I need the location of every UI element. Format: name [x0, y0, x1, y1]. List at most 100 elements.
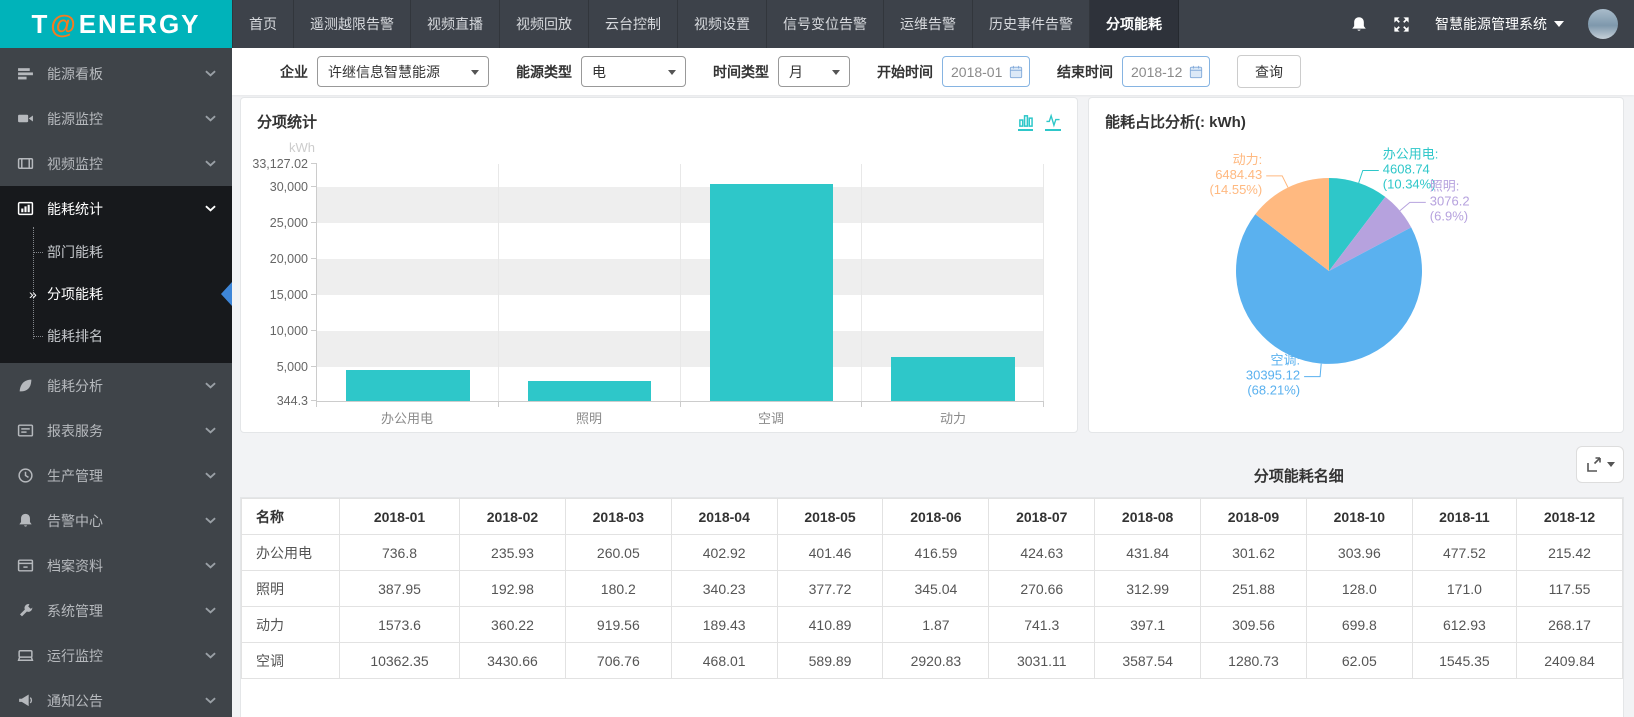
sidebar-item[interactable]: 运行监控: [0, 633, 232, 678]
sidebar-subitem[interactable]: 部门能耗: [0, 231, 232, 273]
value-cell: 410.89: [777, 607, 883, 643]
bell-icon[interactable]: [1350, 15, 1368, 34]
value-cell: 402.92: [671, 535, 777, 571]
value-cell: 477.52: [1412, 535, 1516, 571]
pie-label-line: [1359, 171, 1379, 183]
value-cell: 10362.35: [340, 643, 460, 679]
fullscreen-icon[interactable]: [1392, 15, 1411, 34]
y-axis-tick-label: 15,000: [270, 288, 308, 302]
value-cell: 377.72: [777, 571, 883, 607]
topbar-nav-item[interactable]: 视频设置: [678, 0, 767, 48]
value-cell: 589.89: [777, 643, 883, 679]
sidebar-subitem[interactable]: 能耗排名: [0, 315, 232, 357]
topbar-nav-item[interactable]: 云台控制: [589, 0, 678, 48]
table-row: 照明387.95192.98180.2340.23377.72345.04270…: [242, 571, 1623, 607]
value-cell: 235.93: [460, 535, 566, 571]
value-cell: 189.43: [671, 607, 777, 643]
sidebar-item[interactable]: 档案资料: [0, 543, 232, 588]
avatar[interactable]: [1588, 9, 1618, 39]
value-cell: 260.05: [565, 535, 671, 571]
bar-chart-type-icon[interactable]: [1018, 113, 1033, 131]
table-column-header: 2018-05: [777, 499, 883, 535]
bar-办公用电[interactable]: [346, 370, 470, 401]
time-type-value: 月: [789, 62, 803, 82]
sidebar-item[interactable]: 系统管理: [0, 588, 232, 633]
pie-label-line: [1266, 176, 1288, 188]
query-button[interactable]: 查询: [1237, 55, 1301, 88]
bar-动力[interactable]: [891, 357, 1015, 401]
energy-type-select[interactable]: 电: [581, 56, 686, 87]
start-date-input[interactable]: 2018-01: [942, 56, 1030, 87]
row-name-cell: 办公用电: [242, 535, 340, 571]
table-row: 空调10362.353430.66706.76468.01589.892920.…: [242, 643, 1623, 679]
value-cell: 397.1: [1095, 607, 1201, 643]
sidebar-group: 能耗统计部门能耗分项能耗能耗排名: [0, 186, 232, 363]
clock-icon: [17, 467, 34, 484]
value-cell: 416.59: [883, 535, 989, 571]
sidebar-item-label: 档案资料: [47, 556, 103, 576]
value-cell: 431.84: [1095, 535, 1201, 571]
topbar-nav-item[interactable]: 信号变位告警: [767, 0, 884, 48]
topbar-right: 智慧能源管理系统: [1350, 0, 1634, 48]
sidebar-item[interactable]: 告警中心: [0, 498, 232, 543]
value-cell: 1573.6: [340, 607, 460, 643]
system-menu[interactable]: 智慧能源管理系统: [1435, 14, 1564, 34]
topbar-nav-item[interactable]: 视频直播: [411, 0, 500, 48]
save-image-icon: [1585, 456, 1603, 473]
value-cell: 62.05: [1306, 643, 1412, 679]
value-cell: 215.42: [1517, 535, 1623, 571]
sidebar-item[interactable]: 能耗分析: [0, 363, 232, 408]
value-cell: 741.3: [989, 607, 1095, 643]
sidebar-submenu: 部门能耗分项能耗能耗排名: [0, 231, 232, 363]
value-cell: 340.23: [671, 571, 777, 607]
sidebar-item-label: 视频监控: [47, 154, 103, 174]
topbar-nav-item[interactable]: 首页: [233, 0, 294, 48]
y-axis-tick-label: 25,000: [270, 216, 308, 230]
chevron-down-icon: [205, 652, 216, 659]
value-cell: 3587.54: [1095, 643, 1201, 679]
sidebar-item-label: 生产管理: [47, 466, 103, 486]
sidebar-item[interactable]: 视频监控: [0, 141, 232, 186]
value-cell: 345.04: [883, 571, 989, 607]
value-cell: 1545.35: [1412, 643, 1516, 679]
end-date-input[interactable]: 2018-12: [1122, 56, 1210, 87]
value-cell: 919.56: [565, 607, 671, 643]
calendar-icon: [1189, 65, 1203, 79]
topbar-nav-item[interactable]: 视频回放: [500, 0, 589, 48]
enterprise-select[interactable]: 许继信息智慧能源: [317, 56, 489, 87]
line-chart-type-icon[interactable]: [1045, 113, 1061, 131]
value-cell: 251.88: [1201, 571, 1307, 607]
value-cell: 1.87: [883, 607, 989, 643]
y-axis-tick-label: 20,000: [270, 252, 308, 266]
sidebar-item[interactable]: 能源看板: [0, 51, 232, 96]
pie-label-line: [1304, 364, 1321, 377]
enterprise-value: 许继信息智慧能源: [328, 62, 440, 82]
y-axis-unit: kWh: [289, 140, 315, 155]
sidebar-subitem[interactable]: 分项能耗: [0, 273, 232, 315]
value-cell: 706.76: [565, 643, 671, 679]
value-cell: 309.56: [1201, 607, 1307, 643]
sidebar-item[interactable]: 生产管理: [0, 453, 232, 498]
time-type-select[interactable]: 月: [778, 56, 850, 87]
chevron-down-icon: [205, 517, 216, 524]
topbar-nav-item[interactable]: 历史事件告警: [973, 0, 1090, 48]
system-menu-label: 智慧能源管理系统: [1435, 14, 1547, 34]
film-icon: [17, 155, 34, 172]
export-button[interactable]: [1576, 446, 1624, 483]
sidebar-item[interactable]: 能源监控: [0, 96, 232, 141]
enterprise-label: 企业: [280, 62, 308, 82]
bar-空调[interactable]: [710, 184, 834, 401]
topbar-nav-item[interactable]: 分项能耗: [1090, 0, 1179, 48]
bar-照明[interactable]: [528, 381, 652, 401]
value-cell: 2920.83: [883, 643, 989, 679]
topbar-nav-item[interactable]: 运维告警: [884, 0, 973, 48]
sidebar-item[interactable]: 通知公告: [0, 678, 232, 717]
sidebar-item-label: 能源看板: [47, 64, 103, 84]
table-title: 分项能耗名细: [1254, 465, 1344, 486]
sidebar-item[interactable]: 能耗统计: [0, 186, 232, 231]
sidebar-item-label: 能耗统计: [47, 199, 103, 219]
sidebar-item[interactable]: 报表服务: [0, 408, 232, 453]
topbar-nav-item[interactable]: 遥测越限告警: [294, 0, 411, 48]
sidebar-item-label: 能源监控: [47, 109, 103, 129]
topbar: T@ENERGY 首页遥测越限告警视频直播视频回放云台控制视频设置信号变位告警运…: [0, 0, 1634, 48]
